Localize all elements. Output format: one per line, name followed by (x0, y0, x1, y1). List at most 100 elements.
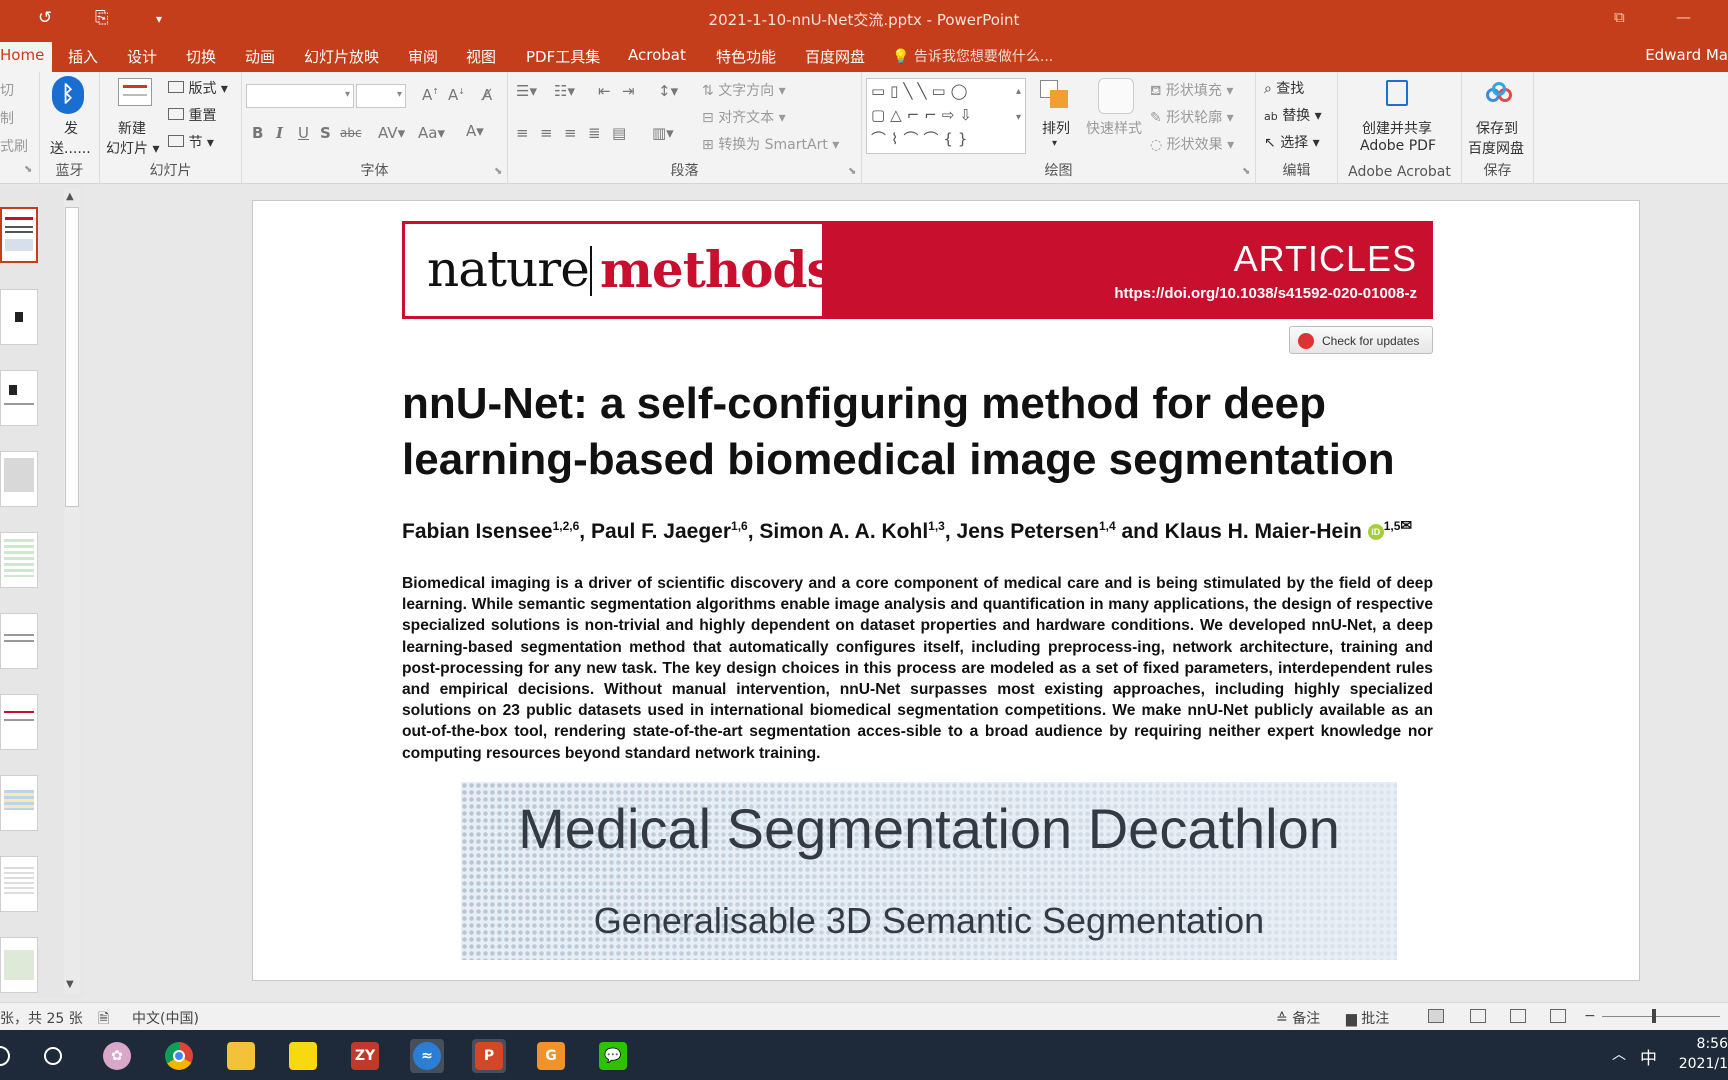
file-explorer-icon[interactable] (224, 1039, 258, 1073)
zy-app-icon[interactable]: ZY (348, 1039, 382, 1073)
tab-pdf-tools[interactable]: PDF工具集 (526, 46, 600, 67)
decrease-indent-icon[interactable]: ⇤ (598, 82, 611, 100)
shapes-gallery[interactable]: ▭▯╲╲▭◯ ▢△⌐⌐⇨⇩ ⌒⌇⌒⌒{} (866, 78, 1026, 154)
reset-button[interactable]: 重置 (168, 105, 216, 125)
tell-me-box[interactable]: 💡 告诉我您想要做什么... (892, 46, 1053, 66)
slide-thumbnail-2[interactable] (0, 289, 38, 345)
create-pdf-label-2[interactable]: Adobe PDF (1360, 138, 1436, 154)
bullets-icon[interactable]: ☰▾ (516, 82, 537, 100)
thumbnail-scrollbar[interactable]: ▲ ▼ (64, 189, 80, 994)
drawing-dialog-launcher-icon[interactable]: ⬊ (1242, 166, 1250, 177)
notes-button[interactable]: ≙ 备注 (1276, 1008, 1320, 1028)
adobe-pdf-icon[interactable] (1386, 80, 1408, 106)
slide-thumbnail-7[interactable] (0, 694, 38, 750)
chrome-icon[interactable] (162, 1039, 196, 1073)
layout-button[interactable]: 版式 ▾ (168, 78, 228, 98)
underline-icon[interactable]: U (298, 124, 309, 142)
scroll-up-icon[interactable]: ▲ (66, 191, 74, 202)
align-right-icon[interactable]: ≡ (564, 124, 577, 142)
arrange-button[interactable]: 排列 (1042, 118, 1070, 138)
slide-thumbnail-8[interactable] (0, 775, 38, 831)
cut-button[interactable]: 切 (0, 80, 14, 100)
shadow-icon[interactable]: S (320, 124, 331, 142)
font-name-combo[interactable]: ▾ (246, 84, 354, 108)
shape-outline-button[interactable]: ✎ 形状轮廓 ▾ (1150, 107, 1234, 127)
cortana-search-icon[interactable] (36, 1039, 70, 1073)
new-slide-label[interactable]: 新建 (118, 118, 146, 138)
columns-icon[interactable]: ▥▾ (652, 124, 674, 142)
new-slide-icon[interactable] (118, 78, 152, 106)
sticky-notes-icon[interactable] (286, 1039, 320, 1073)
justify-icon[interactable]: ≣ (588, 124, 601, 142)
slide-thumbnail-6[interactable] (0, 613, 38, 669)
zoom-slider-knob[interactable] (1652, 1009, 1656, 1023)
tab-design[interactable]: 设计 (127, 46, 157, 67)
save-netdisk-label-2[interactable]: 百度网盘 (1468, 138, 1524, 158)
tab-insert[interactable]: 插入 (68, 46, 98, 67)
ime-indicator[interactable]: 中 (1640, 1044, 1657, 1069)
gallery-scroll-down-icon[interactable]: ▾ (1016, 112, 1021, 123)
tab-baidu-netdisk[interactable]: 百度网盘 (805, 46, 865, 67)
tab-home[interactable]: Home (0, 42, 53, 72)
tab-view[interactable]: 视图 (466, 46, 496, 67)
quick-styles-button[interactable]: 快速样式 (1086, 118, 1142, 138)
minimize-icon[interactable]: — (1676, 8, 1691, 26)
baidu-netdisk-icon[interactable] (1486, 82, 1514, 104)
scrollbar-thumb[interactable] (65, 207, 79, 507)
tab-review[interactable]: 审阅 (408, 46, 438, 67)
text-direction-button[interactable]: ⇅ 文字方向 ▾ (702, 80, 786, 100)
tab-animations[interactable]: 动画 (245, 46, 275, 67)
slide-thumbnail-3[interactable] (0, 370, 38, 426)
find-button[interactable]: ⌕ 查找 (1264, 78, 1304, 98)
app-fish-icon[interactable]: ✿ (100, 1039, 134, 1073)
comments-button[interactable]: ▆ 批注 (1346, 1008, 1389, 1028)
new-slide-dropdown[interactable]: 幻灯片 ▾ (106, 138, 159, 158)
arrange-icon[interactable] (1040, 80, 1072, 112)
wechat-icon[interactable]: 💬 (596, 1039, 630, 1073)
slide-thumbnail-9[interactable] (0, 856, 38, 912)
tab-acrobat[interactable]: Acrobat (628, 46, 686, 64)
reading-view-icon[interactable] (1510, 1009, 1526, 1023)
slide-canvas[interactable]: nature methods ARTICLES https://doi.org/… (252, 200, 1640, 981)
font-size-combo[interactable]: ▾ (356, 84, 406, 108)
save-netdisk-label-1[interactable]: 保存到 (1476, 118, 1518, 138)
italic-icon[interactable]: I (276, 124, 283, 142)
zoom-out-icon[interactable]: − (1584, 1008, 1596, 1024)
align-left-icon[interactable]: ≡ (516, 124, 529, 142)
char-spacing-icon[interactable]: AV▾ (378, 124, 405, 142)
copy-button[interactable]: 制 (0, 108, 14, 128)
section-button[interactable]: 节 ▾ (168, 132, 214, 152)
increase-indent-icon[interactable]: ⇥ (622, 82, 635, 100)
start-button[interactable] (0, 1039, 16, 1073)
distributed-icon[interactable]: ▤ (612, 124, 626, 142)
spellcheck-icon[interactable]: 🗎 (98, 1008, 109, 1032)
clear-format-icon[interactable]: A̸ (482, 86, 492, 104)
slide-thumbnail-5[interactable] (0, 532, 38, 588)
slide-thumbnail-4[interactable] (0, 451, 38, 507)
user-name[interactable]: Edward Ma (1645, 46, 1728, 64)
tray-expand-icon[interactable]: ︿ (1612, 1044, 1626, 1064)
orange-app-icon[interactable]: G (534, 1039, 568, 1073)
shrink-font-icon[interactable]: A↓ (448, 86, 465, 104)
align-center-icon[interactable]: ≡ (540, 124, 553, 142)
tab-slideshow[interactable]: 幻灯片放映 (304, 46, 379, 67)
create-pdf-label-1[interactable]: 创建并共享 (1362, 118, 1432, 138)
grow-font-icon[interactable]: A↑ (422, 86, 439, 104)
paragraph-dialog-launcher-icon[interactable]: ⬊ (848, 166, 856, 177)
quick-styles-icon[interactable] (1098, 78, 1134, 114)
scroll-down-icon[interactable]: ▼ (66, 979, 74, 990)
system-clock[interactable]: 8:56 2021/1 (1668, 1034, 1728, 1074)
shape-effects-button[interactable]: ◌ 形状效果 ▾ (1150, 134, 1234, 154)
numbering-icon[interactable]: ☷▾ (554, 82, 575, 100)
font-dialog-launcher-icon[interactable]: ⬊ (494, 166, 502, 177)
format-painter-button[interactable]: 式刷 (0, 136, 28, 156)
zoom-slider[interactable] (1602, 1016, 1720, 1017)
change-case-icon[interactable]: Aa▾ (418, 124, 445, 142)
shape-fill-button[interactable]: ⛾ 形状填充 ▾ (1150, 80, 1233, 101)
browser-app-icon[interactable]: ≈ (410, 1039, 444, 1073)
font-color-icon[interactable]: A▾ (466, 122, 484, 140)
language-indicator[interactable]: 中文(中国) (132, 1008, 199, 1028)
line-spacing-icon[interactable]: ↕▾ (658, 82, 678, 100)
powerpoint-icon[interactable]: P (472, 1039, 506, 1073)
bold-icon[interactable]: B (252, 124, 263, 142)
